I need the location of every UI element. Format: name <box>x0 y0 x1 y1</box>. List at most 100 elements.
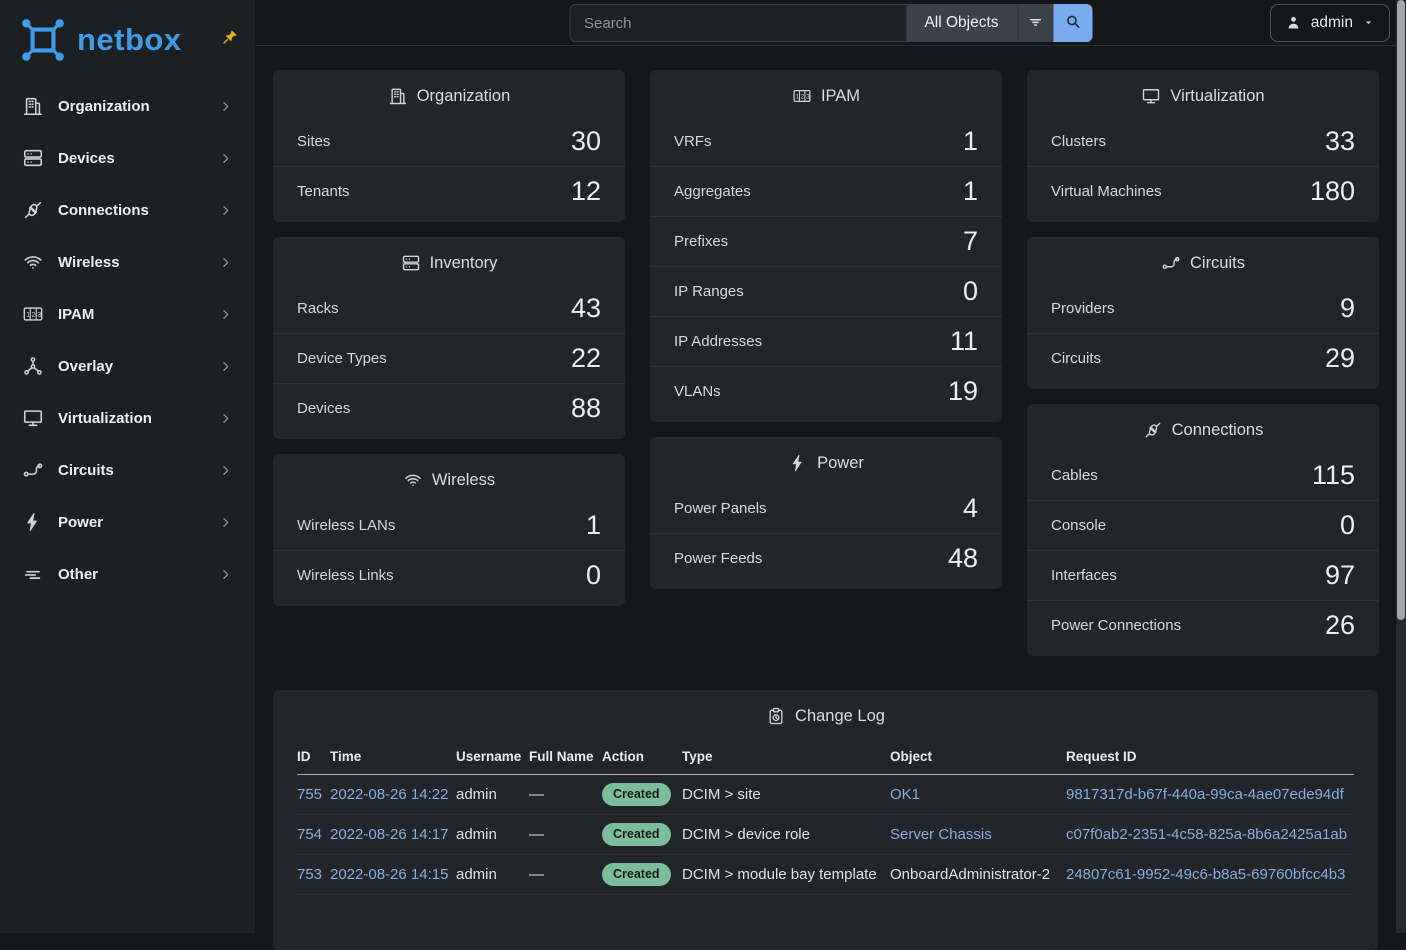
stat-row-power-panels[interactable]: Power Panels4 <box>650 484 1002 533</box>
stat-row-sites[interactable]: Sites30 <box>273 117 625 166</box>
stat-row-power-connections[interactable]: Power Connections26 <box>1027 600 1379 650</box>
cell-time-link[interactable]: 2022-08-26 14:22 <box>330 786 448 803</box>
bolt-icon <box>22 511 44 533</box>
stat-value: 0 <box>963 278 978 305</box>
stat-row-clusters[interactable]: Clusters33 <box>1027 117 1379 166</box>
cell-id-link[interactable]: 753 <box>297 866 322 883</box>
cell-request-id-link[interactable]: c07f0ab2-2351-4c58-825a-8b6a2425a1ab <box>1066 826 1347 843</box>
stat-row-circuits[interactable]: Circuits29 <box>1027 333 1379 383</box>
sidebar-item-wireless[interactable]: Wireless <box>6 240 249 284</box>
cell-request-id: 24807c61-9952-49c6-b8a5-69760bfcc4b3 <box>1066 855 1354 895</box>
sidebar-item-devices[interactable]: Devices <box>6 136 249 180</box>
transit-icon <box>22 459 44 481</box>
search-submit-button[interactable] <box>1053 4 1092 42</box>
chevron-right-icon <box>218 307 233 322</box>
change-log-row: 7542022-08-26 14:17admin—CreatedDCIM > d… <box>297 815 1354 855</box>
scrollbar-thumb[interactable] <box>1397 0 1405 620</box>
stat-row-aggregates[interactable]: Aggregates1 <box>650 166 1002 216</box>
stat-row-vrfs[interactable]: VRFs1 <box>650 117 1002 166</box>
sidebar-item-other[interactable]: Other <box>6 552 249 596</box>
stat-value: 11 <box>950 328 978 355</box>
stat-row-racks[interactable]: Racks43 <box>273 284 625 333</box>
stat-value: 48 <box>948 545 978 572</box>
stat-row-power-feeds[interactable]: Power Feeds48 <box>650 533 1002 583</box>
stat-row-tenants[interactable]: Tenants12 <box>273 166 625 216</box>
column-header-type: Type <box>682 739 890 775</box>
cell-id-link[interactable]: 755 <box>297 786 322 803</box>
filter-button[interactable] <box>1017 4 1053 42</box>
chevron-right-icon <box>218 99 233 114</box>
stat-row-device-types[interactable]: Device Types22 <box>273 333 625 383</box>
stat-value: 0 <box>586 562 601 589</box>
table-header-row: IDTimeUsernameFull NameActionTypeObjectR… <box>297 739 1354 775</box>
netbox-logo-icon[interactable] <box>18 15 68 65</box>
pin-sidebar-icon[interactable] <box>221 28 239 46</box>
wifi-icon <box>22 251 44 273</box>
user-menu-button[interactable]: admin <box>1270 4 1390 42</box>
cell-type: DCIM > module bay template <box>682 855 890 895</box>
cell-full-name: — <box>529 815 602 855</box>
sidebar-item-label: Other <box>58 566 204 583</box>
stat-row-cables[interactable]: Cables115 <box>1027 451 1379 500</box>
cell-id-link[interactable]: 754 <box>297 826 322 843</box>
stat-value: 88 <box>571 395 601 422</box>
stat-row-console[interactable]: Console0 <box>1027 500 1379 550</box>
stat-value: 22 <box>571 345 601 372</box>
cell-time: 2022-08-26 14:15 <box>330 855 456 895</box>
chevron-right-icon <box>218 515 233 530</box>
stat-row-wireless-lans[interactable]: Wireless LANs 1 <box>273 501 625 550</box>
svg-text:2: 2 <box>801 94 805 101</box>
cell-time-link[interactable]: 2022-08-26 14:17 <box>330 826 448 843</box>
sidebar-item-ipam[interactable]: 123IPAM <box>6 292 249 336</box>
sidebar-item-virtualization[interactable]: Virtualization <box>6 396 249 440</box>
stat-row-devices[interactable]: Devices88 <box>273 383 625 433</box>
user-label: admin <box>1311 14 1353 32</box>
stat-row-virtual-machines[interactable]: Virtual Machines180 <box>1027 166 1379 216</box>
cell-object-link[interactable]: OK1 <box>890 786 920 803</box>
stat-label: VRFs <box>674 133 712 150</box>
chevron-right-icon <box>218 151 233 166</box>
counter-icon: 123 <box>792 86 812 106</box>
sidebar-item-organization[interactable]: Organization <box>6 84 249 128</box>
card-title: Inventory <box>273 237 625 284</box>
cell-request-id-link[interactable]: 9817317d-b67f-440a-99ca-4ae07ede94df <box>1066 786 1344 803</box>
cell-request-id-link[interactable]: 24807c61-9952-49c6-b8a5-69760bfcc4b3 <box>1066 866 1345 883</box>
stat-label: Circuits <box>1051 350 1101 367</box>
search-input[interactable] <box>569 4 906 42</box>
logo-text[interactable]: netbox <box>77 22 182 58</box>
status-badge: Created <box>602 783 671 806</box>
card-title-text: Wireless <box>432 471 495 490</box>
stat-row-wireless-links[interactable]: Wireless Links0 <box>273 550 625 600</box>
search-icon <box>1064 13 1081 33</box>
sidebar-item-label: Connections <box>58 202 204 219</box>
sidebar-item-overlay[interactable]: Overlay <box>6 344 249 388</box>
cell-time-link[interactable]: 2022-08-26 14:15 <box>330 866 448 883</box>
stat-row-providers[interactable]: Providers9 <box>1027 284 1379 333</box>
stat-row-ip-addresses[interactable]: IP Addresses11 <box>650 316 1002 366</box>
stat-row-vlans[interactable]: VLANs19 <box>650 366 1002 416</box>
sidebar-item-circuits[interactable]: Circuits <box>6 448 249 492</box>
chevron-right-icon <box>218 411 233 426</box>
stat-row-interfaces[interactable]: Interfaces97 <box>1027 550 1379 600</box>
stat-label: Wireless LANs <box>297 517 395 534</box>
search-scope-button[interactable]: All Objects <box>906 4 1017 42</box>
cell-object-link[interactable]: Server Chassis <box>890 826 992 843</box>
cell-username: admin <box>456 775 529 815</box>
change-log-table: IDTimeUsernameFull NameActionTypeObjectR… <box>297 739 1354 895</box>
sidebar-item-power[interactable]: Power <box>6 500 249 544</box>
stat-value: 9 <box>1340 295 1355 322</box>
person-icon <box>1285 14 1302 31</box>
stat-label: Clusters <box>1051 133 1106 150</box>
svg-text:1: 1 <box>26 312 30 319</box>
stat-value: 1 <box>586 512 601 539</box>
vertical-scrollbar[interactable] <box>1396 0 1406 933</box>
stat-row-prefixes[interactable]: Prefixes7 <box>650 216 1002 266</box>
stat-row-ip-ranges[interactable]: IP Ranges0 <box>650 266 1002 316</box>
cell-type: DCIM > site <box>682 775 890 815</box>
sidebar-item-connections[interactable]: Connections <box>6 188 249 232</box>
wifi-icon <box>403 470 423 490</box>
chevron-right-icon <box>218 359 233 374</box>
plug-icon <box>1143 420 1163 440</box>
card-title: Virtualization <box>1027 70 1379 117</box>
sidebar-item-label: Overlay <box>58 358 204 375</box>
